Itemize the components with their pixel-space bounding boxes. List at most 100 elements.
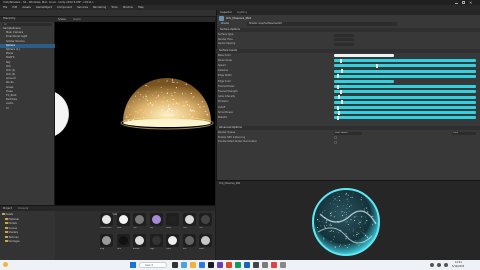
property-slider[interactable] — [334, 100, 476, 105]
folder-item[interactable]: Packages — [5, 240, 20, 244]
slider-handle[interactable] — [376, 63, 378, 68]
slider-handle[interactable] — [341, 100, 343, 105]
taskbar-app-icon[interactable] — [190, 262, 196, 268]
taskbar-app-icon[interactable] — [271, 262, 277, 268]
asset-thumbnail[interactable] — [199, 213, 212, 226]
taskbar-app-icon[interactable] — [226, 262, 232, 268]
taskbar-app-icon[interactable] — [181, 262, 187, 268]
asset-thumbnail[interactable] — [133, 213, 146, 226]
property-slider[interactable] — [334, 105, 476, 110]
property-slider[interactable] — [334, 74, 476, 79]
preview-speckle — [321, 214, 323, 216]
asset-thumbnail[interactable] — [116, 234, 130, 247]
folder-item[interactable]: Models — [5, 222, 17, 226]
section-surface-options[interactable]: Surface Options — [220, 28, 240, 32]
weather-icon[interactable] — [3, 262, 9, 268]
preview-speckle — [347, 223, 349, 226]
slider-handle[interactable] — [336, 105, 339, 110]
slider-handle[interactable] — [338, 95, 341, 100]
preview-speckle — [321, 221, 323, 223]
property-slider[interactable] — [334, 110, 476, 115]
section-surface-inputs[interactable]: Surface Inputs — [216, 48, 480, 53]
folder-item[interactable]: Textures — [5, 235, 19, 240]
speckle — [178, 103, 180, 105]
folder-item[interactable]: Scenes — [5, 226, 17, 231]
volume-icon[interactable] — [437, 263, 441, 267]
start-icon[interactable] — [130, 262, 136, 268]
folder-item[interactable]: Materials — [5, 217, 19, 222]
property-checkbox[interactable] — [334, 136, 337, 140]
slider-handle[interactable] — [339, 89, 342, 94]
asset-thumbnail[interactable] — [133, 234, 146, 247]
hierarchy-tab[interactable]: Hierarchy — [3, 17, 16, 22]
battery-icon[interactable] — [444, 263, 448, 267]
speckle — [185, 83, 187, 85]
taskbar-app-icon[interactable] — [262, 262, 268, 268]
speckle — [155, 101, 156, 103]
speckle — [186, 101, 188, 103]
asset-thumbnail[interactable] — [166, 213, 179, 226]
slider-handle[interactable] — [336, 115, 339, 120]
slider-handle[interactable] — [336, 74, 339, 79]
property-dropdown[interactable] — [334, 38, 354, 41]
property-slider[interactable] — [334, 69, 476, 74]
render-queue-number[interactable]: 2000 — [452, 131, 476, 135]
render-queue-dropdown[interactable]: From Shader — [334, 131, 362, 135]
asset-thumbnail[interactable] — [199, 234, 212, 247]
section-advanced-options[interactable]: Advanced Options — [216, 126, 480, 131]
hierarchy-item[interactable]: UI — [0, 107, 55, 111]
taskbar-app-icon[interactable] — [280, 262, 286, 268]
taskbar-app-icon[interactable] — [253, 262, 259, 268]
shader-dropdown[interactable]: Shader Graphs/DissolveOrb — [247, 22, 397, 26]
wifi-icon[interactable] — [430, 263, 434, 267]
taskbar-app-icon[interactable] — [172, 262, 178, 268]
folder-item[interactable]: Assets — [2, 213, 13, 217]
speckle — [161, 109, 163, 111]
slider-handle[interactable] — [339, 58, 342, 63]
property-dropdown[interactable] — [334, 33, 354, 37]
property-dropdown[interactable] — [334, 42, 354, 46]
speckle — [140, 94, 142, 96]
preview-label: Orb_Dissolve_Mat — [219, 182, 241, 185]
property-slider[interactable] — [334, 58, 476, 63]
maximize-icon[interactable] — [462, 1, 465, 4]
taskbar-app-icon[interactable] — [199, 262, 205, 268]
speckle — [181, 93, 184, 95]
speckle — [189, 109, 191, 111]
preview-speckle — [347, 236, 348, 238]
taskbar-search[interactable]: Search — [139, 262, 167, 268]
property-slider[interactable] — [334, 63, 476, 68]
property-slider[interactable] — [334, 80, 394, 83]
preview-speckle — [331, 230, 333, 232]
white-sphere-left-edge — [55, 93, 69, 135]
tab-lighting[interactable]: Lighting — [237, 10, 247, 15]
slider-handle[interactable] — [338, 110, 341, 115]
asset-thumbnail[interactable] — [116, 213, 130, 226]
property-slider[interactable] — [334, 54, 394, 57]
taskbar-app-icon[interactable] — [208, 262, 214, 268]
dissolve-orb — [120, 78, 214, 130]
asset-thumbnail[interactable] — [149, 234, 163, 247]
asset-thumbnail[interactable] — [166, 234, 179, 247]
scene-viewport[interactable] — [55, 22, 215, 205]
taskbar-app-icon[interactable] — [217, 262, 223, 268]
asset-thumbnail[interactable] — [149, 213, 163, 226]
preview-speckle — [331, 214, 332, 216]
property-slider[interactable] — [334, 84, 476, 89]
taskbar-app-icon[interactable] — [244, 262, 250, 268]
asset-thumbnail[interactable] — [182, 234, 196, 247]
asset-thumbnail[interactable] — [100, 213, 113, 226]
asset-thumbnail[interactable] — [100, 234, 113, 247]
property-slider[interactable] — [334, 89, 476, 94]
tab-inspector[interactable]: Inspector — [220, 10, 232, 15]
minimize-icon[interactable] — [455, 1, 458, 4]
hierarchy-search[interactable]: All — [2, 22, 52, 26]
folder-item[interactable]: Shaders — [5, 231, 18, 235]
slider-handle[interactable] — [341, 69, 343, 74]
taskbar-app-icon[interactable] — [235, 262, 241, 268]
property-checkbox[interactable] — [334, 140, 337, 144]
slider-handle[interactable] — [336, 84, 339, 89]
property-slider[interactable] — [334, 115, 476, 120]
property-slider[interactable] — [334, 95, 476, 100]
asset-thumbnail[interactable] — [182, 213, 196, 226]
